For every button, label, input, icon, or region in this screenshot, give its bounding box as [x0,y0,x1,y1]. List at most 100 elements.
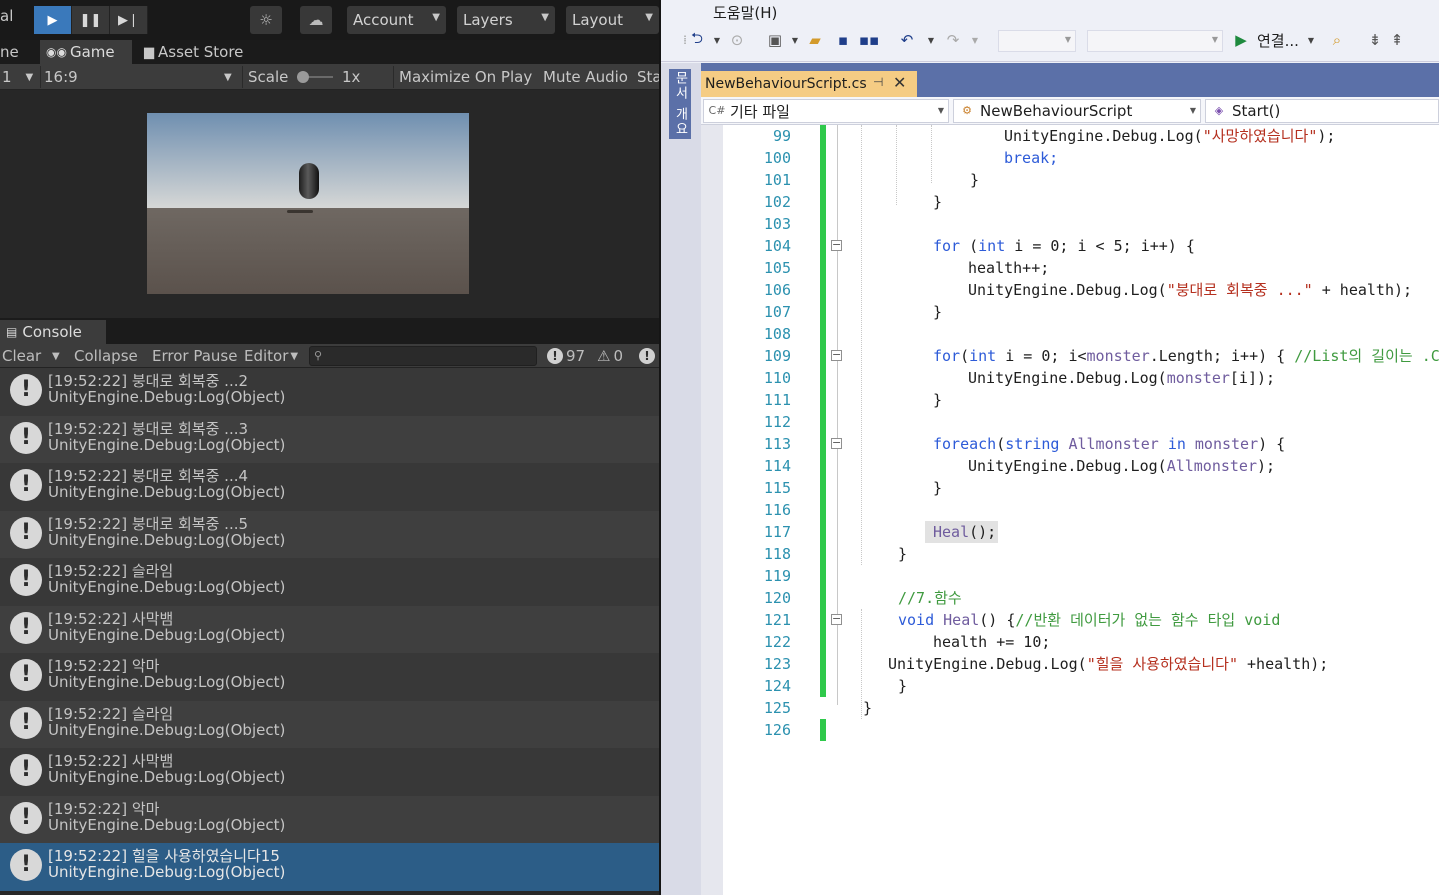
capsule-shadow [287,210,313,213]
format-button[interactable]: ⇟ [1365,30,1385,50]
back-button[interactable]: ⮌ [687,29,707,50]
log-entry[interactable]: ! [19:52:22] 슬라임 UnityEngine.Debug:Log(O… [0,700,659,748]
stats-toggle[interactable]: Sta [637,64,659,90]
code-area[interactable]: UnityEngine.Debug.Log("사망하였습니다"); break;… [821,125,1439,895]
tab-newbehaviourscript[interactable]: NewBehaviourScript.cs ⊣ ✕ [701,71,917,97]
save-button[interactable]: ▪ [833,30,853,50]
class-dropdown[interactable]: ⚙ NewBehaviourScript ▼ [953,99,1201,123]
back-dropdown[interactable]: ▼ [707,30,727,50]
forward-button[interactable]: ⊙ [727,30,747,50]
sun-button[interactable]: ☼ [250,6,282,34]
account-dropdown[interactable]: Account ▼ [347,6,446,34]
code-line-120: //7.함수 [898,589,962,607]
maximize-on-play-toggle[interactable]: Maximize On Play [399,64,532,90]
line-number: 107 [763,303,791,321]
line-number: 112 [763,413,791,431]
console-tabs: ▤ Console [0,318,659,344]
slider-thumb[interactable] [297,71,309,83]
log-stack: UnityEngine.Debug:Log(Object) [48,578,286,596]
line-number: 122 [763,633,791,651]
log-entry[interactable]: ! [19:52:22] 악마 UnityEngine.Debug:Log(Ob… [0,795,659,843]
console-icon: ▤ [6,325,18,339]
collapse-toggle[interactable]: Collapse [74,344,138,368]
log-entry[interactable]: ! [19:52:22] 사막뱀 UnityEngine.Debug:Log(O… [0,605,659,653]
clear-options-dropdown[interactable]: ▼ [52,344,60,368]
save-all-button[interactable]: ▪▪ [859,30,879,50]
chevron-down-icon: ▼ [971,35,979,45]
close-icon[interactable]: ✕ [893,73,906,92]
log-entry-selected[interactable]: ! [19:52:22] 힐을 사용하였습니다15 UnityEngine.De… [0,843,659,891]
menu-help[interactable]: 도움말(H) [713,2,777,23]
play-icon: ▶ [47,12,58,28]
clear-button[interactable]: Clear [2,344,41,368]
attach-button[interactable]: 연결... [1257,30,1307,50]
tab-game[interactable]: ◉◉ Game [40,40,132,64]
clear-label: Clear [2,347,42,365]
pin-icon[interactable]: ⊣ [873,75,883,89]
code-editor[interactable]: 99 100 101 102 103 104 105 106 107 108 1… [701,125,1439,895]
attach-dropdown[interactable]: ▼ [1301,30,1321,50]
undo-button[interactable]: ↶ [897,30,917,50]
scale-slider[interactable] [297,64,333,90]
redo-dropdown[interactable]: ▼ [965,30,985,50]
tab-console[interactable]: ▤ Console [0,320,106,344]
log-stack: UnityEngine.Debug:Log(Object) [48,863,286,881]
play-button[interactable]: ▶ [34,6,72,34]
game-view[interactable] [0,90,659,318]
layers-label: Layers [463,11,513,29]
cloud-button[interactable]: ☁ [300,6,332,34]
comment-button[interactable]: ⇞ [1387,30,1407,50]
line-number: 104 [763,237,791,255]
chevron-down-icon: ▼ [713,35,721,45]
configuration-dropdown[interactable]: ▼ [998,30,1076,52]
undo-dropdown[interactable]: ▼ [921,30,941,50]
error-filter-toggle[interactable]: ! [639,344,658,368]
log-stack: UnityEngine.Debug:Log(Object) [48,768,286,786]
unity-toolbar: al ▶ ❚❚ ▶❘ ☼ ☁ Account ▼ Layers ▼ Layout… [0,0,659,40]
display-select[interactable]: 1 ▼ [2,64,33,90]
chevron-down-icon: ▼ [1189,106,1196,115]
redo-button[interactable]: ↷ [943,30,963,50]
chevron-down-icon: ▼ [645,12,653,23]
code-line-105: health++; [968,259,1050,277]
log-entry[interactable]: ! [19:52:22] 악마 UnityEngine.Debug:Log(Ob… [0,653,659,701]
find-in-files-button[interactable]: ⌕ [1327,30,1347,50]
log-entry[interactable]: ! [19:52:22] 슬라임 UnityEngine.Debug:Log(O… [0,558,659,606]
project-dropdown[interactable]: C# 기타 파일 ▼ [703,99,949,123]
aspect-select[interactable]: 16:9 ▼ [44,64,236,90]
game-render [147,113,469,294]
member-dropdown[interactable]: ◈ Start() [1205,99,1439,123]
editor-dropdown[interactable]: Editor ▼ [244,344,298,368]
unity-view-tabs: ne ◉◉ Game ▆ Asset Store [0,40,659,64]
new-item-button[interactable]: ▣ [765,30,785,50]
console-search-input[interactable]: ⚲ [309,346,537,366]
tab-console-label: Console [22,323,82,341]
info-icon: ! [10,516,42,549]
new-item-dropdown[interactable]: ▼ [785,30,805,50]
log-entry[interactable]: ! [19:52:22] 붕대로 회복중 ...2 UnityEngine.De… [0,368,659,416]
chevron-down-icon: ▼ [1307,35,1315,45]
document-outline-tab[interactable]: 문서 개요 [669,69,691,139]
log-entry[interactable]: ! [19:52:22] 사막뱀 UnityEngine.Debug:Log(O… [0,748,659,796]
layers-dropdown[interactable]: Layers ▼ [457,6,555,34]
start-button[interactable]: ▶ [1231,30,1251,50]
error-pause-toggle[interactable]: Error Pause [152,344,237,368]
warning-filter-toggle[interactable]: ⚠ 0 [597,344,623,368]
tab-asset-store[interactable]: ▆ Asset Store [138,40,249,64]
tab-scene[interactable]: ne [0,40,25,64]
mute-audio-toggle[interactable]: Mute Audio [543,64,628,90]
pause-button[interactable]: ❚❚ [72,6,110,34]
layout-dropdown[interactable]: Layout ▼ [566,6,659,34]
log-entry[interactable]: ! [19:52:22] 붕대로 회복중 ...4 UnityEngine.De… [0,463,659,511]
log-stack: UnityEngine.Debug:Log(Object) [48,435,286,454]
info-icon: ! [10,801,42,834]
platform-dropdown[interactable]: ▼ [1087,30,1223,52]
info-filter-toggle[interactable]: ! 97 [547,344,585,368]
log-entry[interactable]: ! [19:52:22] 붕대로 회복중 ...5 UnityEngine.De… [0,510,659,558]
open-button[interactable]: ▰ [805,30,825,50]
chevron-down-icon: ▼ [290,350,299,362]
line-number: 102 [763,193,791,211]
step-button[interactable]: ▶❘ [110,6,148,34]
log-entry[interactable]: ! [19:52:22] 붕대로 회복중 ...3 UnityEngine.De… [0,415,659,463]
chevron-down-icon: ▼ [541,12,549,23]
